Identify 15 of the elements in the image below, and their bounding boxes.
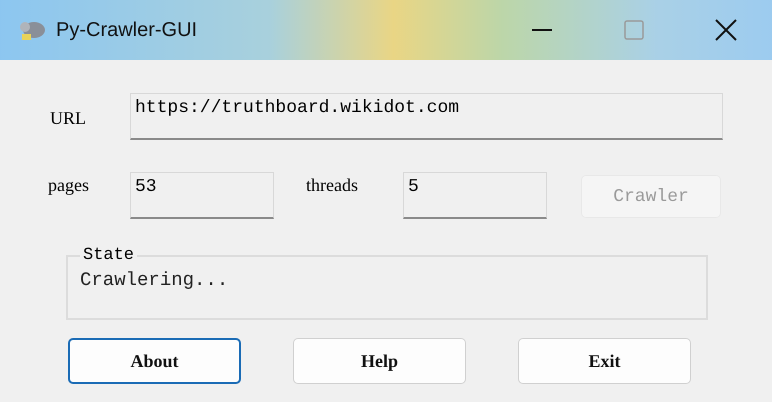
window-title: Py-Crawler-GUI <box>56 18 198 42</box>
close-icon <box>715 19 737 41</box>
minimize-icon <box>532 28 552 32</box>
dialog-button[interactable]: Help <box>293 338 466 384</box>
threads-field[interactable]: 5 <box>403 172 547 219</box>
pages-label: pages <box>48 175 90 196</box>
state-text: Crawlering... <box>80 269 230 291</box>
dialog-button[interactable]: Exit <box>518 338 691 384</box>
maximize-icon <box>624 20 644 40</box>
url-label: URL <box>50 108 87 129</box>
dialog-button[interactable]: About <box>68 338 241 384</box>
pages-field[interactable]: 53 <box>130 172 274 219</box>
state-legend: State <box>80 246 138 265</box>
url-field[interactable]: https://truthboard.wikidot.com <box>130 93 723 140</box>
threads-label: threads <box>306 175 359 196</box>
